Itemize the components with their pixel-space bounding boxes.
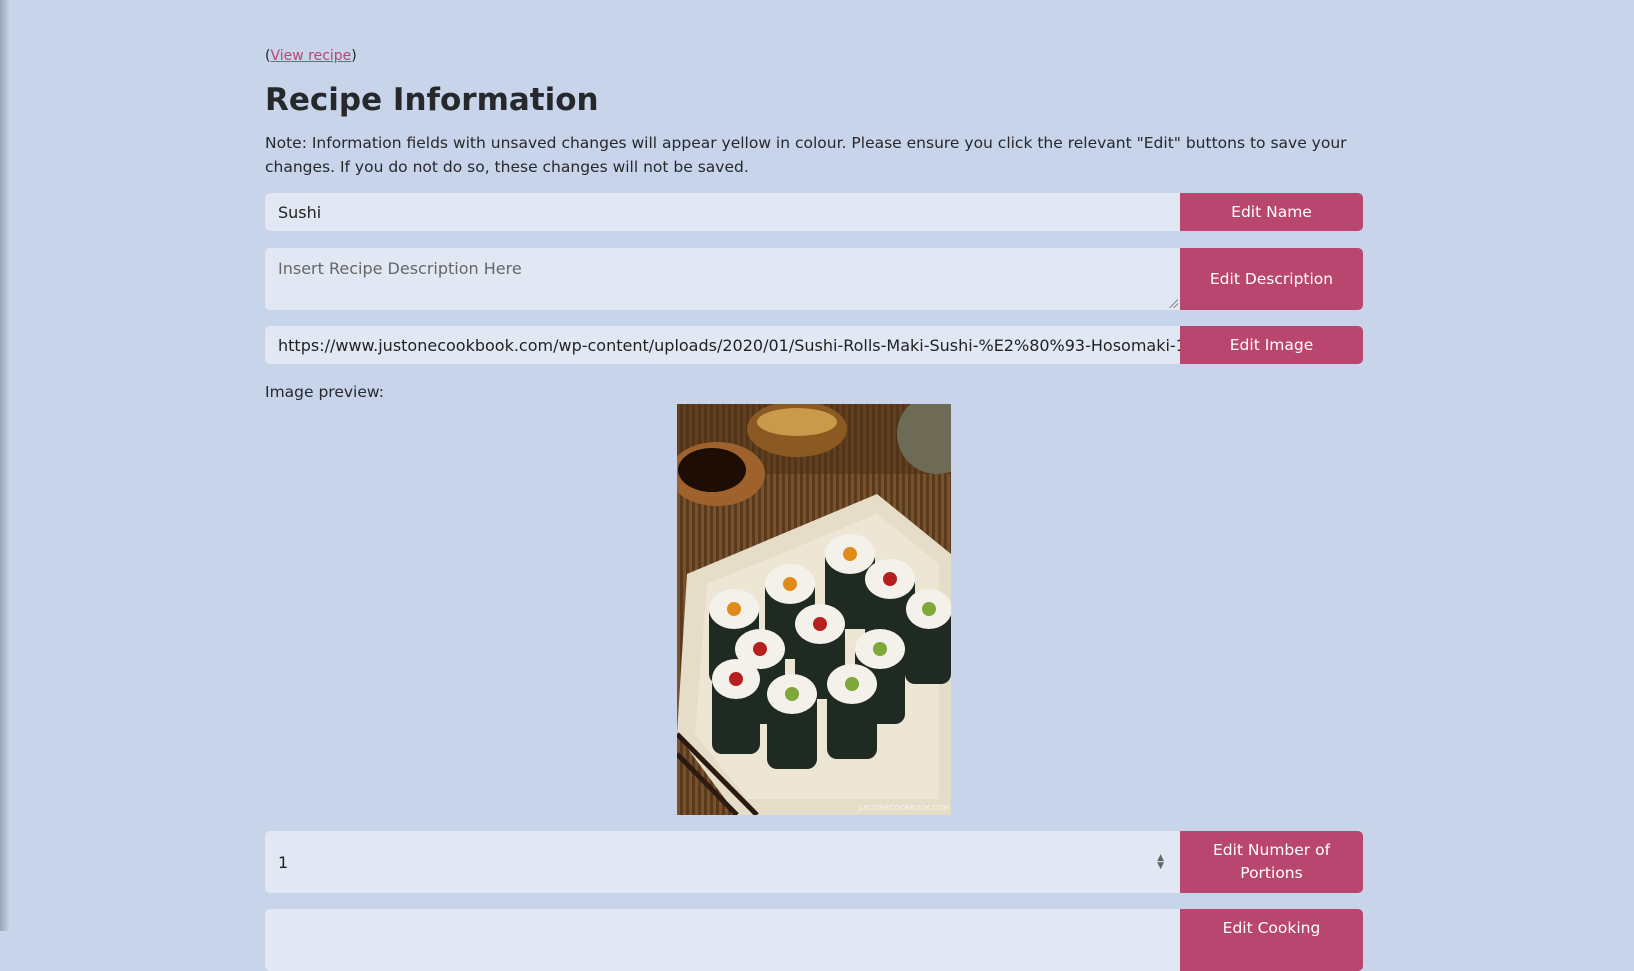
view-recipe-link[interactable]: View recipe (270, 48, 351, 64)
name-row: Sushi Edit Name (265, 193, 1363, 231)
edit-name-button[interactable]: Edit Name (1180, 193, 1363, 231)
cooking-input[interactable] (265, 909, 1180, 971)
recipe-name-input[interactable]: Sushi (265, 193, 1180, 231)
resize-grip-icon[interactable] (1168, 298, 1178, 308)
spinner-arrows-icon[interactable]: ▲ ▼ (1157, 854, 1164, 871)
cooking-row: Edit Cooking (265, 909, 1363, 971)
image-preview-label: Image preview: (265, 383, 384, 401)
portions-number-input[interactable]: 1 ▲ ▼ (265, 831, 1180, 893)
sushi-photo (677, 404, 951, 815)
page-title: Recipe Information (265, 82, 599, 118)
recipe-image-url-input[interactable]: https://www.justonecookbook.com/wp-conte… (265, 326, 1180, 364)
edit-portions-button[interactable]: Edit Number of Portions (1180, 831, 1363, 893)
portions-value: 1 (278, 852, 289, 872)
image-row: https://www.justonecookbook.com/wp-conte… (265, 326, 1363, 364)
portions-row: 1 ▲ ▼ Edit Number of Portions (265, 831, 1363, 893)
image-watermark: JUSTONECOOKBOOK.COM (858, 804, 949, 812)
page-left-shadow (0, 0, 10, 931)
edit-image-button[interactable]: Edit Image (1180, 326, 1363, 364)
view-recipe-line: (View recipe) (265, 48, 357, 64)
edit-description-button[interactable]: Edit Description (1180, 248, 1363, 310)
edit-cooking-button[interactable]: Edit Cooking (1180, 909, 1363, 971)
unsaved-changes-note: Note: Information fields with unsaved ch… (265, 134, 1347, 176)
description-placeholder: Insert Recipe Description Here (278, 259, 522, 278)
recipe-description-textarea[interactable]: Insert Recipe Description Here (265, 248, 1180, 310)
recipe-image-preview: JUSTONECOOKBOOK.COM (677, 404, 951, 815)
description-row: Insert Recipe Description Here Edit Desc… (265, 248, 1363, 310)
